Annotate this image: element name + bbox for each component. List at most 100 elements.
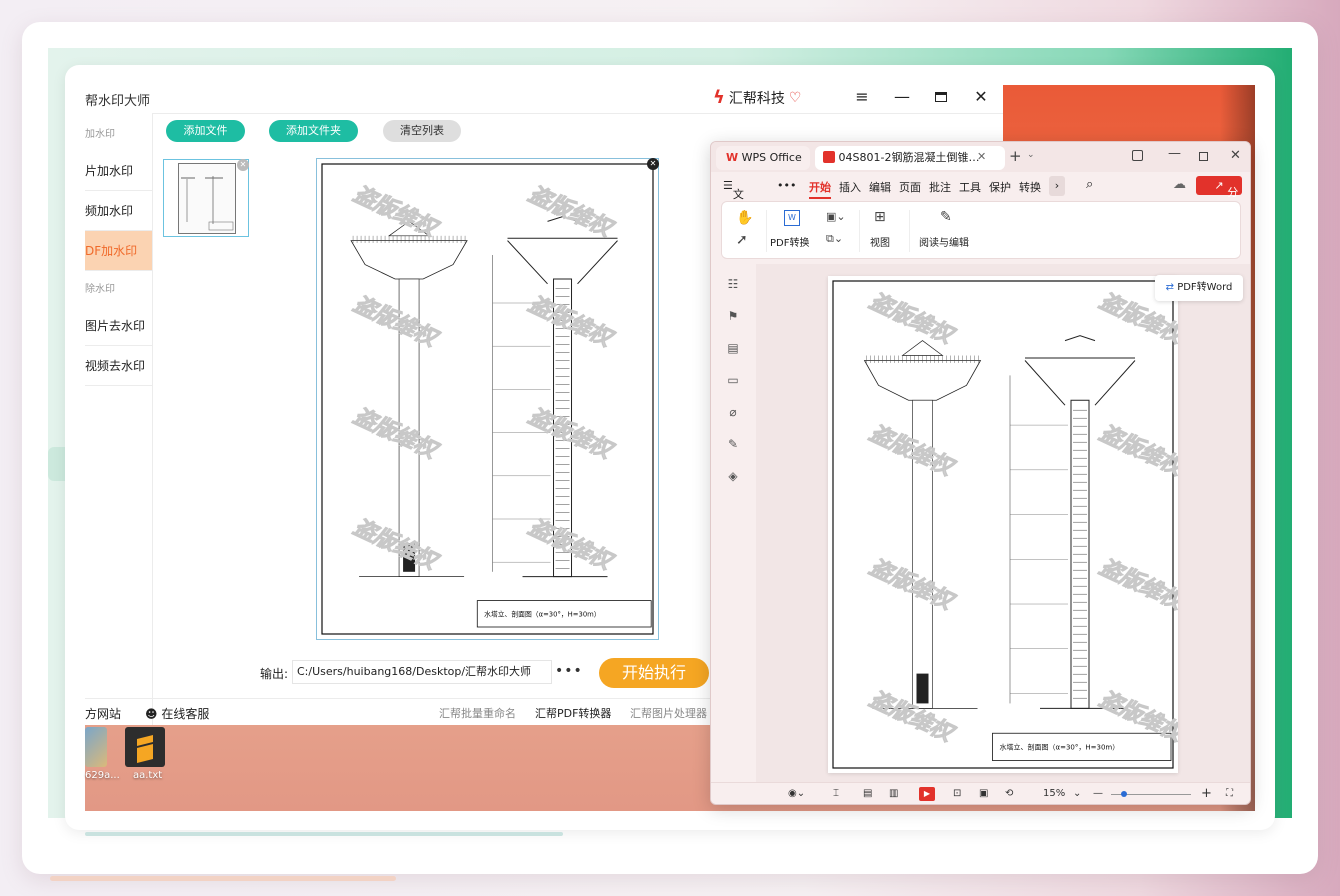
watermark-text: 盗版维权 bbox=[1095, 555, 1178, 617]
menu-start[interactable]: 开始 bbox=[809, 179, 831, 199]
pdf-convert-label[interactable]: PDF转换 bbox=[770, 234, 809, 249]
menu-annotate[interactable]: 批注 bbox=[929, 179, 951, 195]
menu-tools[interactable]: 工具 bbox=[959, 179, 981, 195]
fullscreen-icon[interactable]: ⛶ bbox=[1226, 788, 1233, 799]
menu-scroll-right-icon[interactable]: › bbox=[1049, 176, 1065, 196]
attachment-icon[interactable]: ⌀ bbox=[725, 404, 741, 420]
close-button[interactable]: ✕ bbox=[969, 85, 993, 109]
menu-insert[interactable]: 插入 bbox=[839, 179, 861, 195]
outline-icon[interactable]: ☷ bbox=[725, 276, 741, 292]
pdf-to-word-button[interactable]: ⇄ PDF转Word bbox=[1155, 275, 1243, 301]
desktop-icon-label: 629a... bbox=[85, 770, 120, 781]
website-link[interactable]: 方网站 bbox=[85, 705, 121, 722]
menu-protect[interactable]: 保护 bbox=[989, 179, 1011, 195]
tab-wps-office[interactable]: W WPS Office bbox=[716, 146, 810, 170]
header-divider bbox=[85, 113, 1003, 114]
tank-section bbox=[507, 240, 618, 285]
zoom-dropdown-icon[interactable]: ⌄ bbox=[1073, 788, 1081, 799]
view-label[interactable]: 视图 bbox=[870, 234, 890, 249]
app-title: 帮水印大师 bbox=[85, 94, 151, 109]
online-support[interactable]: ☻ 在线客服 bbox=[145, 705, 209, 722]
rotate-icon[interactable]: ⟲ bbox=[1005, 788, 1013, 799]
bookmark-icon[interactable]: ⚑ bbox=[725, 308, 741, 324]
remove-file-icon[interactable]: ✕ bbox=[237, 159, 249, 171]
file-thumbnail[interactable]: ✕ bbox=[163, 159, 249, 237]
read-edit-label[interactable]: 阅读与编辑 bbox=[919, 234, 969, 249]
fit-width-icon[interactable]: ⌶ bbox=[833, 788, 839, 799]
document-area: 水塔立、剖面图（α=30°，H=30m） 盗版维权 盗版维权 盗版维权 盗版维权 盗版维权… bbox=[756, 264, 1250, 784]
pdf-convert-icon[interactable]: W bbox=[784, 210, 800, 226]
rename-tool-link[interactable]: 汇帮批量重命名 bbox=[439, 705, 516, 721]
single-page-icon[interactable]: ▤ bbox=[863, 788, 872, 799]
cloud-upload-icon[interactable]: ☁ bbox=[1173, 177, 1186, 192]
signature-icon[interactable]: ✎ bbox=[725, 436, 741, 452]
watermark-text: 盗版维权 bbox=[349, 515, 443, 577]
menu-convert[interactable]: 转换 bbox=[1019, 179, 1041, 195]
select-tool-icon[interactable]: ➚ bbox=[736, 232, 748, 248]
browse-folder-button[interactable]: ••• bbox=[555, 663, 583, 679]
add-file-button[interactable]: 添加文件 bbox=[166, 120, 245, 142]
tab-close-icon[interactable]: ✕ bbox=[977, 150, 986, 163]
eye-icon[interactable]: ◉⌄ bbox=[788, 788, 805, 799]
comment-icon[interactable]: ▭ bbox=[725, 372, 741, 388]
pdf-converter-link[interactable]: 汇帮PDF转换器 bbox=[535, 705, 611, 721]
horizontal-scrollbar[interactable] bbox=[85, 832, 563, 836]
close-preview-icon[interactable]: ✕ bbox=[647, 158, 659, 170]
sublime-text-icon[interactable] bbox=[125, 727, 165, 767]
desktop-icon-label: aa.txt bbox=[133, 770, 163, 781]
zoom-level[interactable]: 15% bbox=[1043, 788, 1065, 799]
watermark-text: 盗版维权 bbox=[524, 182, 618, 244]
copy-icon[interactable]: ⧉⌄ bbox=[826, 232, 843, 246]
double-page-icon[interactable]: ▥ bbox=[889, 788, 898, 799]
sidebar-item-pdf-watermark[interactable]: DF加水印 bbox=[85, 231, 152, 271]
watermark-text: 盗版维权 bbox=[349, 404, 443, 466]
view-grid-icon[interactable]: ⊞ bbox=[874, 209, 886, 225]
zoom-out-icon[interactable]: — bbox=[1093, 788, 1103, 799]
sidebar-item-video-remove[interactable]: 视频去水印 bbox=[85, 346, 152, 386]
start-button[interactable]: 开始执行 bbox=[599, 658, 709, 688]
minimize-button[interactable]: — bbox=[890, 85, 914, 109]
search-icon[interactable]: ⌕ bbox=[1086, 177, 1093, 192]
play-icon[interactable]: ▶ bbox=[919, 787, 935, 801]
menu-file[interactable]: ☰ 文件 bbox=[723, 179, 744, 217]
wps-tab-bar: W WPS Office 04S801-2钢筋混凝土倒锥… ✕ + ⌄ — ✕ bbox=[711, 142, 1250, 172]
drawing-title: 水塔立、剖面图（α=30°，H=30m） bbox=[1000, 743, 1120, 752]
thumbnail-icon[interactable]: ▤ bbox=[725, 340, 741, 356]
thumbnail-page bbox=[178, 163, 236, 234]
zoom-slider-handle[interactable] bbox=[1121, 791, 1127, 797]
pencil-icon[interactable]: ✎ bbox=[940, 209, 952, 225]
wps-maximize-button[interactable] bbox=[1199, 152, 1208, 161]
menu-more[interactable]: ••• bbox=[777, 179, 796, 192]
image-processor-link[interactable]: 汇帮图片处理器 bbox=[630, 705, 707, 721]
maximize-button[interactable] bbox=[929, 85, 953, 109]
desktop-image-icon[interactable] bbox=[85, 727, 107, 767]
tab-list-chevron-icon[interactable]: ⌄ bbox=[1027, 150, 1035, 160]
bottom-accent-strip bbox=[50, 876, 396, 881]
status-bar: ◉⌄ ⌶ ▤ ▥ ▶ ⊡ ▣ ⟲ 15% ⌄ — + ⛶ bbox=[711, 782, 1250, 804]
zoom-in-icon[interactable]: + bbox=[1201, 786, 1212, 801]
sidebar-item-image-remove[interactable]: 图片去水印 bbox=[85, 306, 152, 346]
actual-size-icon[interactable]: ⊡ bbox=[953, 788, 961, 799]
tab-wps-label: WPS Office bbox=[741, 151, 802, 164]
hand-tool-icon[interactable]: ✋ bbox=[736, 210, 753, 226]
share-button[interactable]: ↗ 分享 bbox=[1196, 176, 1242, 218]
sidebar-item-image-watermark[interactable]: 片加水印 bbox=[85, 151, 152, 191]
layers-icon[interactable]: ◈ bbox=[725, 468, 741, 484]
add-folder-button[interactable]: 添加文件夹 bbox=[269, 120, 358, 142]
menu-edit[interactable]: 编辑 bbox=[869, 179, 891, 195]
tab-view-icon[interactable] bbox=[1132, 150, 1143, 161]
wps-close-button[interactable]: ✕ bbox=[1230, 148, 1241, 163]
fit-page-icon[interactable]: ▣ bbox=[979, 788, 988, 799]
image-convert-icon[interactable]: ▣⌄ bbox=[826, 210, 846, 223]
clear-list-button[interactable]: 清空列表 bbox=[383, 120, 461, 142]
sidebar-item-video-watermark[interactable]: 频加水印 bbox=[85, 191, 152, 231]
wps-minimize-button[interactable]: — bbox=[1168, 146, 1181, 161]
vip-heart-icon[interactable]: ♡ bbox=[789, 90, 802, 106]
menu-page[interactable]: 页面 bbox=[899, 179, 921, 195]
watermark-text: 盗版维权 bbox=[349, 292, 443, 354]
wps-logo-icon: W bbox=[726, 151, 739, 164]
pdf-page: 水塔立、剖面图（α=30°，H=30m） 盗版维权 盗版维权 盗版维权 盗版维权 盗版维权… bbox=[828, 276, 1190, 773]
menu-icon[interactable]: ≡ bbox=[850, 85, 874, 109]
output-path-field[interactable]: C:/Users/huibang168/Desktop/汇帮水印大师 bbox=[292, 660, 552, 684]
new-tab-icon[interactable]: + bbox=[1009, 147, 1022, 165]
